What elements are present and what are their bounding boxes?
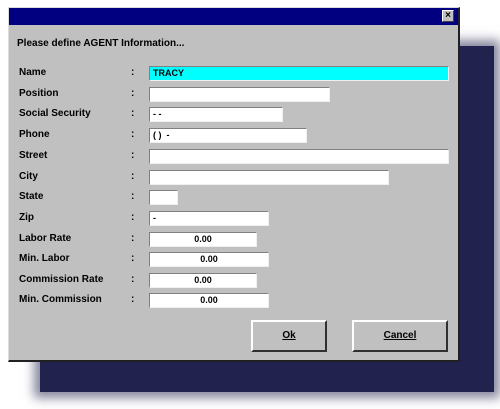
phone-separator: : [131,129,135,140]
social-security-label: Social Security [19,108,91,119]
city-field[interactable] [149,170,389,185]
state-label: State [19,191,44,202]
zip-field[interactable]: - [149,211,269,226]
title-bar: × [9,8,458,25]
min-labor-field[interactable]: 0.00 [149,252,269,267]
street-separator: : [131,150,135,161]
min-commission-label: Min. Commission [19,294,102,305]
zip-label: Zip [19,212,34,223]
commission-rate-separator: : [131,274,135,285]
labor-rate-label: Labor Rate [19,233,72,244]
labor-rate-separator: : [131,233,135,244]
min-commission-field[interactable]: 0.00 [149,293,269,308]
position-separator: : [131,88,135,99]
dialog-prompt: Please define AGENT Information... [17,38,185,49]
social-security-field[interactable]: - - [149,107,283,122]
position-label: Position [19,88,59,99]
street-field[interactable] [149,149,449,164]
labor-rate-field[interactable]: 0.00 [149,232,257,247]
position-field[interactable] [149,87,330,102]
min-labor-label: Min. Labor [19,253,70,264]
name-separator: : [131,67,135,78]
commission-rate-field[interactable]: 0.00 [149,273,257,288]
city-separator: : [131,171,135,182]
name-field[interactable]: TRACY [149,66,449,81]
phone-field[interactable]: ( ) - [149,128,307,143]
close-button[interactable]: × [442,10,454,22]
city-label: City [19,171,38,182]
state-separator: : [131,191,135,202]
state-field[interactable] [149,190,178,205]
commission-rate-label: Commission Rate [19,274,104,285]
agent-dialog: × Please define AGENT Information... Nam… [8,7,460,362]
min-commission-separator: : [131,294,135,305]
social-security-separator: : [131,108,135,119]
name-label: Name [19,67,47,78]
zip-separator: : [131,212,135,223]
phone-label: Phone [19,129,50,140]
close-icon: × [445,10,451,21]
min-labor-separator: : [131,253,135,264]
ok-button[interactable]: Ok [251,320,327,352]
cancel-button[interactable]: Cancel [352,320,448,352]
street-label: Street [19,150,48,161]
